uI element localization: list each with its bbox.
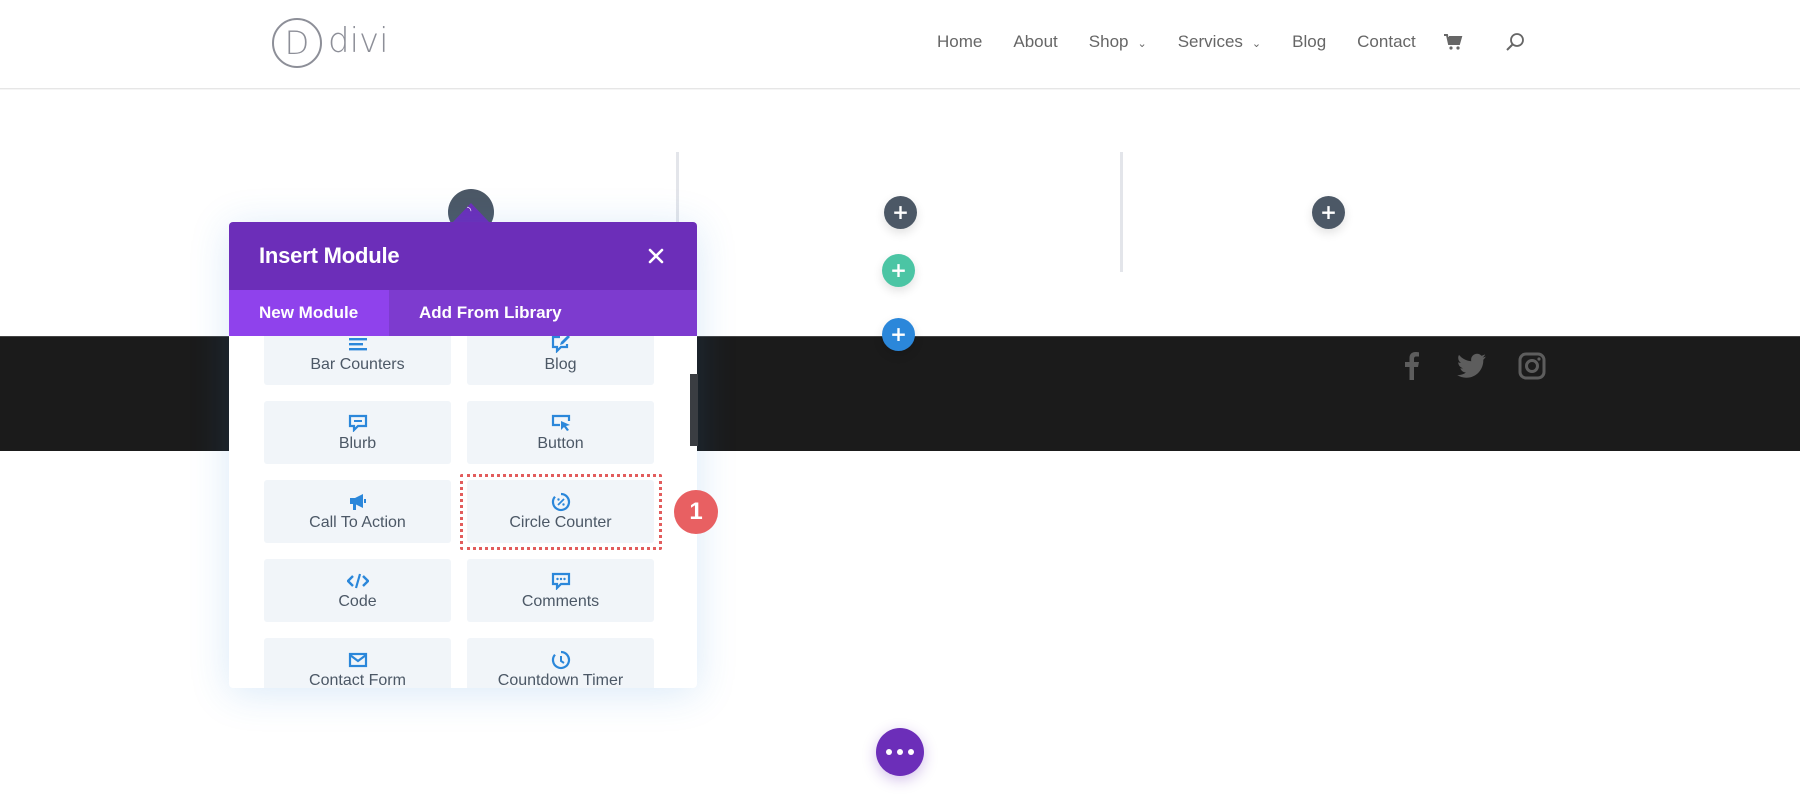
- plus-icon: +: [890, 257, 907, 282]
- module-grid: Bar Counters Blog Blurb Button Call To A…: [264, 336, 654, 688]
- call-to-action-icon: [348, 492, 368, 512]
- module-list: Bar Counters Blog Blurb Button Call To A…: [229, 336, 697, 688]
- nav-label: Home: [937, 32, 983, 51]
- module-comments[interactable]: Comments: [467, 559, 654, 622]
- plus-icon: +: [890, 321, 907, 346]
- module-label: Blurb: [338, 434, 377, 452]
- close-icon: [648, 248, 664, 264]
- logo-text: divi: [328, 21, 389, 61]
- nav-contact[interactable]: Contact: [1357, 32, 1416, 52]
- module-bar-counters[interactable]: Bar Counters: [264, 336, 451, 385]
- circle-counter-icon: [551, 492, 571, 512]
- nav-label: Contact: [1357, 32, 1416, 51]
- add-module-button[interactable]: +: [1312, 196, 1345, 229]
- tab-add-from-library[interactable]: Add From Library: [389, 290, 592, 336]
- twitter-icon[interactable]: [1456, 350, 1488, 382]
- insert-module-modal: Insert Module New Module Add From Librar…: [229, 222, 697, 688]
- module-blurb[interactable]: Blurb: [264, 401, 451, 464]
- nav-services[interactable]: Services ⌄: [1178, 32, 1261, 52]
- nav-label: Shop: [1088, 32, 1129, 51]
- module-label: Countdown Timer: [497, 671, 624, 689]
- button-icon: [551, 413, 571, 433]
- module-code[interactable]: Code: [264, 559, 451, 622]
- module-label: Bar Counters: [310, 355, 405, 373]
- code-icon: [346, 571, 369, 591]
- module-label: Button: [537, 434, 584, 452]
- facebook-icon[interactable]: [1396, 350, 1428, 382]
- nav-label: Services: [1177, 32, 1243, 51]
- module-countdown-timer[interactable]: Countdown Timer: [467, 638, 654, 688]
- nav-home[interactable]: Home: [937, 32, 982, 52]
- nav-shop[interactable]: Shop ⌄: [1089, 32, 1147, 52]
- plus-icon: +: [1320, 199, 1337, 224]
- dot-icon: [897, 749, 903, 755]
- module-label: Circle Counter: [509, 513, 612, 531]
- modal-tabs: New Module Add From Library: [229, 290, 697, 336]
- blurb-icon: [348, 413, 368, 433]
- module-label: Blog: [544, 355, 577, 373]
- module-call-to-action[interactable]: Call To Action: [264, 480, 451, 543]
- nav-blog[interactable]: Blog: [1292, 32, 1326, 52]
- nav-label: About: [1013, 32, 1058, 51]
- search-icon[interactable]: [1505, 32, 1525, 52]
- plus-icon: +: [892, 199, 909, 224]
- divi-logo[interactable]: D divi: [272, 18, 389, 68]
- social-links: [1396, 350, 1548, 382]
- module-label: Code: [338, 592, 377, 610]
- countdown-timer-icon: [551, 650, 571, 670]
- nav-about[interactable]: About: [1013, 32, 1057, 52]
- instagram-icon[interactable]: [1516, 350, 1548, 382]
- dot-icon: [886, 749, 892, 755]
- column-divider: [1120, 152, 1123, 272]
- step-badge: 1: [674, 490, 718, 534]
- logo-mark: D: [272, 18, 322, 68]
- bar-counters-icon: [348, 336, 367, 354]
- nav-label: Blog: [1292, 32, 1327, 51]
- builder-settings-button[interactable]: [876, 728, 924, 776]
- add-module-button[interactable]: +: [884, 196, 917, 229]
- cart-icon[interactable]: [1443, 33, 1463, 51]
- module-label: Comments: [521, 592, 600, 610]
- module-contact-form[interactable]: Contact Form: [264, 638, 451, 688]
- add-row-button[interactable]: +: [882, 254, 915, 287]
- modal-scrollbar[interactable]: [690, 374, 698, 446]
- chevron-down-icon: ⌄: [1251, 37, 1262, 50]
- module-blog[interactable]: Blog: [467, 336, 654, 385]
- module-circle-counter[interactable]: Circle Counter: [467, 480, 654, 543]
- chevron-down-icon: ⌄: [1137, 37, 1147, 50]
- modal-title: Insert Module: [259, 243, 400, 268]
- main-nav: Home About Shop ⌄ Services ⌄ Blog Contact: [937, 30, 1525, 54]
- module-label: Call To Action: [309, 513, 406, 531]
- dot-icon: [908, 749, 914, 755]
- comments-icon: [551, 571, 571, 591]
- close-button[interactable]: [645, 245, 667, 267]
- blog-icon: [551, 336, 571, 354]
- site-header: D divi Home About Shop ⌄ Services ⌄ Blog C…: [0, 0, 1800, 89]
- add-section-button[interactable]: +: [882, 318, 915, 351]
- tab-new-module[interactable]: New Module: [229, 290, 389, 336]
- contact-form-icon: [348, 650, 368, 670]
- loading-icon: ◝: [467, 205, 472, 217]
- module-button[interactable]: Button: [467, 401, 654, 464]
- modal-header: Insert Module: [229, 222, 697, 290]
- module-label: Contact Form: [309, 671, 406, 689]
